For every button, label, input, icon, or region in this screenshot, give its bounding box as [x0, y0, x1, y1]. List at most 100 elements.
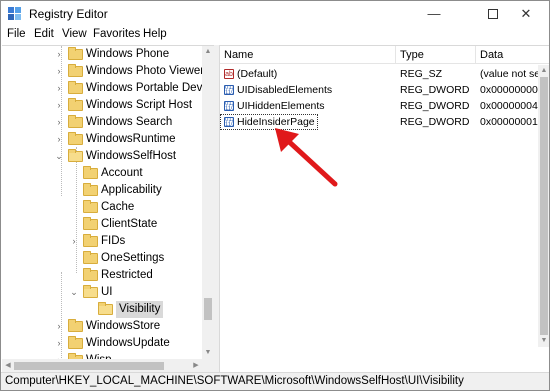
tree-item-windows-portable-devices[interactable]: › Windows Portable Devices [2, 80, 214, 97]
tree-item-windowsruntime[interactable]: › WindowsRuntime [2, 131, 202, 148]
tree-item-label: Account [101, 167, 143, 179]
menu-file[interactable]: File [7, 28, 26, 40]
menu-edit[interactable]: Edit [34, 28, 54, 40]
folder-icon [68, 115, 83, 128]
tree-item-windows-phone[interactable]: › Windows Phone [2, 46, 202, 63]
value-type: REG_DWORD [400, 84, 470, 96]
value-row-uidisabledelements[interactable]: 011 110 UIDisabledElements REG_DWORD 0x0… [220, 82, 549, 98]
menu-help[interactable]: Help [143, 28, 167, 40]
binary-value-icon: 011 110 [224, 101, 234, 111]
folder-icon [68, 81, 83, 94]
column-header-name[interactable]: Name [220, 46, 396, 64]
expand-chevron-icon[interactable]: › [54, 114, 64, 131]
tree-item-label: WindowsRuntime [86, 133, 176, 145]
expand-chevron-icon[interactable]: › [54, 63, 64, 80]
tree-item-windows-script-host[interactable]: › Windows Script Host [2, 97, 202, 114]
tree-item-applicability[interactable]: Applicability [2, 182, 202, 199]
scroll-down-arrow-icon[interactable]: ▼ [202, 347, 214, 359]
binary-value-icon: 011 110 [224, 117, 234, 127]
collapse-chevron-icon[interactable]: ⌄ [54, 148, 64, 165]
tree-item-windows-photo-viewer[interactable]: › Windows Photo Viewer [2, 63, 205, 80]
binary-value-icon: 011 110 [224, 85, 234, 95]
tree-item-label: WindowsStore [86, 320, 161, 332]
tree-item-label: UI [101, 286, 113, 298]
tree-item-label: Windows Photo Viewer [86, 65, 205, 77]
tree-item-account[interactable]: Account [2, 165, 202, 182]
scroll-right-arrow-icon[interactable]: ▶ [190, 359, 202, 372]
expand-chevron-icon[interactable]: › [54, 97, 64, 114]
tree-item-cache[interactable]: Cache [2, 199, 202, 216]
string-value-icon: ab [224, 69, 234, 79]
folder-icon [68, 47, 83, 60]
tree-item-restricted[interactable]: Restricted [2, 267, 202, 284]
expand-chevron-icon[interactable]: › [69, 233, 79, 250]
close-button[interactable]: ✕ [503, 1, 549, 27]
tree-item-label: WindowsUpdate [86, 337, 170, 349]
value-row-uihiddenelements[interactable]: 011 110 UIHiddenElements REG_DWORD 0x000… [220, 98, 549, 114]
scroll-up-arrow-icon[interactable]: ▲ [202, 46, 214, 58]
tree-item-label: FIDs [101, 235, 126, 247]
column-header-type[interactable]: Type [396, 46, 476, 64]
value-type: REG_DWORD [400, 100, 470, 112]
value-name: (Default) [237, 68, 278, 80]
window-title: Registry Editor [29, 7, 108, 21]
tree-item-label: Applicability [101, 184, 162, 196]
tree-item-clientstate[interactable]: ClientState [2, 216, 202, 233]
registry-key-tree: › Windows Phone › Windows Photo Viewer ›… [2, 45, 214, 372]
tree-item-label: ClientState [101, 218, 158, 230]
tree-item-windowsupdate[interactable]: › WindowsUpdate [2, 335, 202, 352]
title-bar[interactable]: Registry Editor — ✕ [1, 1, 549, 27]
tree-item-fids[interactable]: › FIDs [2, 233, 202, 250]
tree-item-label: Windows Portable Devices [86, 82, 214, 94]
tree-item-label: Windows Phone [86, 48, 170, 60]
tree-item-windowsstore[interactable]: › WindowsStore [2, 318, 202, 335]
expand-chevron-icon[interactable]: › [54, 335, 64, 352]
scrollbar-corner [202, 359, 214, 372]
registry-values-list: Name Type Data ab (Default) REG_SZ (valu… [219, 45, 549, 372]
expand-chevron-icon[interactable]: › [54, 80, 64, 97]
open-folder-icon [83, 285, 98, 298]
red-annotation-arrow-icon [275, 128, 338, 187]
folder-icon [83, 166, 98, 179]
maximize-icon [488, 9, 498, 19]
minimize-button[interactable]: — [411, 1, 457, 27]
value-row-default[interactable]: ab (Default) REG_SZ (value not set) [220, 66, 549, 82]
value-name: UIDisabledElements [237, 84, 333, 96]
tree-item-ui[interactable]: ⌄ UI [2, 284, 202, 301]
value-type: REG_SZ [400, 68, 443, 80]
value-type: REG_DWORD [400, 116, 470, 128]
menu-view[interactable]: View [62, 28, 87, 40]
tree-vertical-scrollbar[interactable]: ▲ ▼ [202, 46, 214, 359]
value-name: UIHiddenElements [237, 100, 325, 112]
list-vertical-scroll-thumb[interactable] [540, 77, 548, 335]
folder-icon [83, 200, 98, 213]
tree-vertical-scroll-thumb[interactable] [204, 298, 212, 320]
tree-item-windowsselfhost[interactable]: ⌄ WindowsSelfHost [2, 148, 202, 165]
expand-chevron-icon[interactable]: › [54, 318, 64, 335]
scroll-left-arrow-icon[interactable]: ◀ [2, 359, 14, 372]
registry-editor-app-icon [8, 7, 22, 21]
status-bar-path: Computer\HKEY_LOCAL_MACHINE\SOFTWARE\Mic… [1, 372, 549, 390]
scroll-up-arrow-icon[interactable]: ▲ [538, 65, 549, 77]
tree-horizontal-scrollbar[interactable]: ◀ ▶ [2, 359, 202, 372]
menu-favorites[interactable]: Favorites [93, 28, 140, 40]
list-header: Name Type Data [220, 46, 549, 64]
tree-item-label: Visibility [116, 301, 164, 318]
tree-item-label: WindowsSelfHost [86, 150, 177, 162]
tree-horizontal-scroll-thumb[interactable] [14, 362, 164, 370]
scroll-down-arrow-icon[interactable]: ▼ [538, 335, 549, 347]
tree-item-label: OneSettings [101, 252, 165, 264]
expand-chevron-icon[interactable]: › [54, 131, 64, 148]
column-header-data[interactable]: Data [476, 46, 538, 64]
list-vertical-scrollbar[interactable]: ▲ ▼ [538, 65, 549, 347]
folder-icon [68, 132, 83, 145]
expand-chevron-icon[interactable]: › [54, 46, 64, 63]
value-row-hideinsiderpage[interactable]: 011 110 HideInsiderPage REG_DWORD 0x0000… [220, 114, 549, 130]
tree-item-windows-search[interactable]: › Windows Search [2, 114, 202, 131]
folder-icon [83, 251, 98, 264]
folder-icon [68, 336, 83, 349]
tree-item-onesettings[interactable]: OneSettings [2, 250, 202, 267]
open-folder-icon [68, 149, 83, 162]
collapse-chevron-icon[interactable]: ⌄ [69, 284, 79, 301]
tree-item-visibility[interactable]: Visibility [2, 301, 202, 318]
